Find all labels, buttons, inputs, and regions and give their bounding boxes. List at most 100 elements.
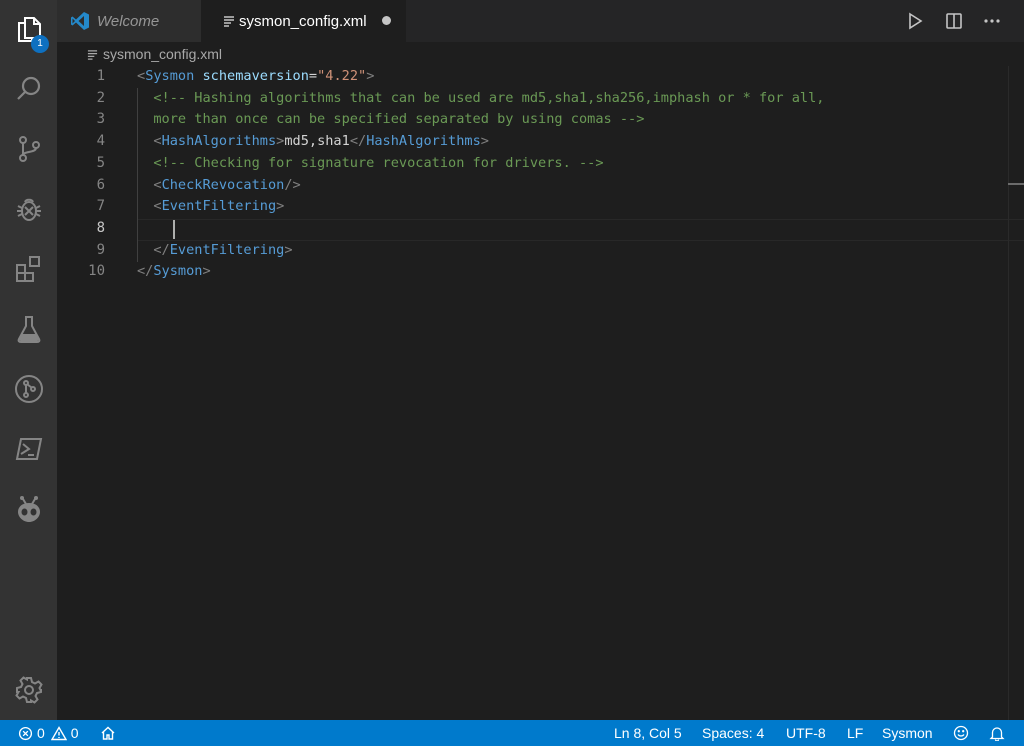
code-line[interactable]: 7 <EventFiltering> [57, 196, 1007, 218]
source-control-icon [18, 136, 40, 162]
tab-welcome[interactable]: Welcome [57, 0, 201, 42]
code-line[interactable]: 9 </EventFiltering> [57, 240, 1007, 262]
code-text: more than once can be specified separate… [137, 109, 644, 131]
line-number: 8 [96, 219, 105, 236]
line-number: 3 [96, 111, 105, 128]
more-actions-button[interactable] [980, 10, 1004, 32]
code-token: HashAlgorithms [161, 133, 277, 150]
code-line[interactable]: 5 <!-- Checking for signature revocation… [57, 153, 1007, 175]
error-icon [18, 726, 33, 740]
code-token: < [153, 133, 162, 150]
code-token: > [480, 133, 489, 150]
smiley-icon [953, 725, 969, 741]
unsaved-changes-dot[interactable] [382, 16, 391, 25]
error-count: 0 [37, 725, 45, 741]
debug-icon [16, 198, 41, 221]
explorer-badge: 1 [31, 35, 49, 53]
tab-sysmon-config-label: sysmon_config.xml [239, 12, 367, 30]
platformio-icon [17, 496, 40, 522]
problems-indicator[interactable]: 0 0 [18, 720, 79, 746]
code-token: schemaversion [202, 68, 309, 84]
code-token: < [153, 176, 162, 193]
line-number: 7 [96, 198, 105, 215]
notifications-button[interactable] [989, 720, 1005, 746]
code-token: CheckRevocation [161, 176, 285, 193]
code-line[interactable]: 1 <Sysmon schemaversion="4.22"> [57, 66, 1007, 88]
code-line[interactable]: 4 <HashAlgorithms>md5,sha1</HashAlgorith… [57, 131, 1007, 153]
code-text: <Sysmon schemaversion="4.22"> [137, 66, 374, 88]
tab-welcome-label: Welcome [97, 12, 160, 30]
source-control-button[interactable] [0, 124, 57, 174]
powershell-button[interactable] [0, 424, 57, 474]
code-text: <!-- Checking for signature revocation f… [137, 153, 604, 175]
search-button[interactable] [0, 64, 57, 114]
extensions-icon [15, 256, 40, 282]
code-text: <HashAlgorithms>md5,sha1</HashAlgorithms… [137, 131, 489, 153]
explorer-button[interactable]: 1 [0, 4, 57, 54]
indentation-setting[interactable]: Spaces: 4 [702, 720, 764, 746]
code-line[interactable]: 2 <!-- Hashing algorithms that can be us… [57, 88, 1007, 110]
code-token: <!-- Hashing algorithms that can be used… [153, 89, 825, 106]
language-mode[interactable]: Sysmon [882, 720, 933, 746]
warning-count: 0 [70, 725, 79, 741]
code-token: md5,sha1 [284, 133, 350, 150]
code-token: > [202, 263, 211, 280]
code-token: Sysmon [145, 68, 195, 84]
run-debug-button[interactable] [0, 184, 57, 234]
code-token: </ [153, 241, 170, 258]
editor-tab-bar: Welcome sysmon_config.xml [57, 0, 1024, 42]
code-line[interactable]: 10 </Sysmon> [57, 261, 1007, 283]
code-token: < [153, 198, 162, 215]
extensions-button[interactable] [0, 244, 57, 294]
eol-setting[interactable]: LF [847, 720, 863, 746]
tab-sysmon-config[interactable]: sysmon_config.xml [201, 0, 406, 42]
home-button[interactable] [100, 720, 116, 746]
status-bar: 0 0 Ln 8, Col 5 Spaces: 4 UTF-8 LF Sysmo… [0, 720, 1024, 746]
breadcrumb: sysmon_config.xml [57, 42, 1024, 66]
bell-icon [989, 727, 1005, 741]
split-editor-icon [946, 13, 962, 29]
code-token: "4.22" [317, 68, 367, 84]
manage-settings-button[interactable] [0, 665, 57, 715]
line-number: 10 [88, 263, 105, 280]
cursor-position[interactable]: Ln 8, Col 5 [614, 720, 682, 746]
home-icon [101, 726, 115, 740]
code-text: </EventFiltering> [137, 240, 293, 262]
code-token: = [308, 68, 318, 84]
file-lines-icon [87, 50, 98, 60]
split-editor-button[interactable] [942, 10, 966, 32]
code-line[interactable]: 6 <CheckRevocation/> [57, 175, 1007, 197]
platformio-button[interactable] [0, 484, 57, 534]
code-token: more than once can be specified separate… [153, 111, 645, 128]
search-icon [16, 76, 40, 100]
feedback-button[interactable] [953, 720, 969, 746]
git-graph-button[interactable] [0, 364, 57, 414]
code-token: EventFiltering [169, 241, 285, 258]
breadcrumb-file[interactable]: sysmon_config.xml [103, 46, 222, 62]
encoding-setting[interactable]: UTF-8 [786, 720, 826, 746]
vertical-scrollbar[interactable] [1008, 66, 1009, 720]
code-token: EventFiltering [161, 198, 277, 215]
testing-button[interactable] [0, 304, 57, 354]
code-token: > [366, 68, 375, 84]
code-token: > [284, 241, 293, 258]
git-graph-icon [14, 375, 43, 403]
code-token: HashAlgorithms [366, 133, 481, 150]
code-token: < [137, 68, 146, 84]
warning-icon [50, 725, 67, 740]
code-editor[interactable]: 1 <Sysmon schemaversion="4.22"> 2 <!-- Has… [57, 66, 1024, 720]
code-token: <!-- Checking for signature revocation f… [153, 154, 604, 171]
run-button[interactable] [903, 10, 927, 32]
line-number: 6 [96, 176, 105, 193]
code-line[interactable]: 8 [57, 218, 1007, 240]
line-number: 9 [96, 241, 105, 258]
code-text: <CheckRevocation/> [137, 175, 301, 197]
code-token: > [276, 198, 285, 215]
code-token: /> [284, 176, 301, 193]
code-line[interactable]: 3 more than once can be specified separa… [57, 109, 1007, 131]
